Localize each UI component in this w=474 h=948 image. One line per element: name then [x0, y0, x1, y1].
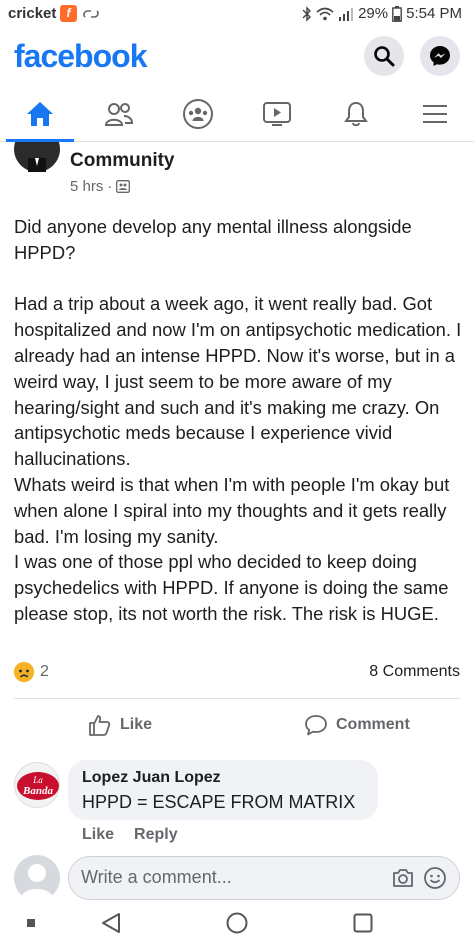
svg-text:Banda: Banda — [22, 785, 53, 797]
post-header: Community 5 hrs · — [0, 142, 474, 202]
wifi-icon — [316, 7, 334, 20]
profile-photo-icon — [28, 158, 46, 172]
composer-icons — [391, 866, 447, 890]
carrier-label: cricket — [8, 5, 57, 22]
comment-author[interactable]: Lopez Juan Lopez — [82, 769, 221, 787]
emoji-icon[interactable] — [423, 866, 447, 890]
back-triangle-icon — [102, 913, 120, 933]
my-avatar — [14, 855, 60, 901]
tab-menu[interactable] — [395, 86, 474, 142]
notifications-icon — [343, 101, 368, 127]
home-icon — [26, 102, 53, 126]
search-button[interactable] — [364, 36, 404, 76]
comment-bubble: Lopez Juan Lopez HPPD = ESCAPE FROM MATR… — [68, 760, 378, 820]
la-banda-logo: LaBanda — [17, 772, 59, 800]
link-icon — [83, 10, 99, 18]
comment-reply-button[interactable]: Reply — [134, 826, 178, 844]
sad-reaction-icon — [14, 662, 34, 682]
camera-icon[interactable] — [391, 866, 415, 890]
post-meta: 5 hrs · — [70, 178, 131, 195]
status-bar: cricket f 29% 5:54 PM — [0, 0, 474, 30]
search-icon — [374, 46, 395, 67]
recent-apps-dot-button[interactable] — [16, 908, 46, 938]
privacy-group-icon — [116, 180, 131, 193]
battery-icon — [392, 5, 403, 22]
main-nav — [0, 86, 474, 142]
comment-label: Comment — [336, 716, 410, 733]
like-button[interactable]: Like — [88, 708, 152, 742]
groups-icon — [182, 99, 213, 129]
messenger-button[interactable] — [420, 36, 460, 76]
small-square-icon — [27, 919, 35, 927]
clock: 5:54 PM — [406, 5, 462, 22]
comment-like-button[interactable]: Like — [82, 826, 114, 844]
comment-button[interactable]: Comment — [304, 708, 410, 742]
comment-text: HPPD = ESCAPE FROM MATRIX — [82, 792, 356, 812]
tab-notifications[interactable] — [316, 86, 395, 142]
system-nav-bar — [0, 900, 474, 948]
watch-icon — [262, 102, 291, 126]
like-label: Like — [120, 716, 153, 733]
status-icons: 29% 5:54 PM — [302, 5, 462, 22]
tab-watch[interactable] — [237, 86, 316, 142]
signal-icon — [339, 7, 354, 21]
post-text: Did anyone develop any mental illness al… — [14, 216, 462, 624]
tab-friends[interactable] — [79, 86, 158, 142]
carrier-app-icon: f — [60, 5, 77, 22]
bluetooth-icon — [302, 5, 312, 22]
overview-square-icon — [353, 913, 373, 933]
home-circle-icon — [226, 912, 248, 934]
home-nav-button[interactable] — [222, 908, 252, 938]
group-avatar[interactable] — [14, 142, 60, 172]
commenter-avatar[interactable]: La Banda — [14, 762, 60, 808]
comments-count[interactable]: 8 Comments — [369, 663, 460, 681]
battery-percent: 29% — [358, 5, 389, 22]
comment-actions: Like Reply — [82, 826, 178, 844]
meta-dot: · — [107, 178, 113, 195]
comment-icon — [305, 715, 327, 736]
menu-icon — [422, 105, 447, 123]
comment-placeholder: Write a comment... — [81, 867, 232, 887]
default-avatar-icon — [20, 864, 54, 901]
divider — [14, 698, 460, 699]
tab-home[interactable] — [0, 86, 79, 142]
write-comment-input[interactable]: Write a comment... — [68, 856, 460, 900]
tab-groups[interactable] — [158, 86, 237, 142]
reaction-summary[interactable]: 2 — [14, 662, 49, 682]
messenger-icon — [430, 46, 450, 66]
app-header: facebook — [0, 30, 474, 86]
facebook-logo[interactable]: facebook — [14, 38, 147, 75]
friends-icon — [104, 103, 133, 126]
like-icon — [89, 715, 111, 736]
reaction-count: 2 — [40, 663, 49, 680]
post-time[interactable]: 5 hrs — [70, 178, 103, 195]
group-name[interactable]: Community — [70, 150, 175, 172]
back-button[interactable] — [96, 908, 126, 938]
overview-button[interactable] — [348, 908, 378, 938]
svg-text:La: La — [32, 775, 43, 785]
